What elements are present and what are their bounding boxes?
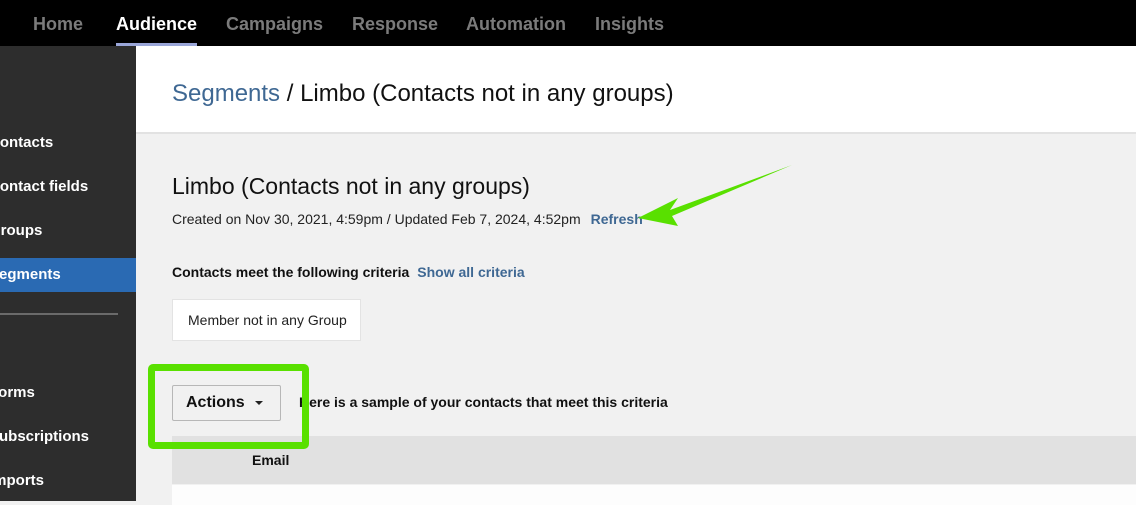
- sidebar-item-imports[interactable]: Imports: [0, 464, 136, 498]
- sidebar-item-segments[interactable]: Segments: [0, 258, 136, 292]
- sidebar-item-forms[interactable]: Forms: [0, 376, 136, 410]
- sidebar-item-label: Subscriptions: [0, 428, 90, 445]
- table-row[interactable]: [172, 485, 1136, 505]
- segment-title: Limbo (Contacts not in any groups): [172, 173, 530, 199]
- breadcrumb: Segments / Limbo (Contacts not in any gr…: [172, 80, 674, 108]
- tab-response[interactable]: Response: [352, 0, 438, 46]
- segment-meta: Created on Nov 30, 2021, 4:59pm / Update…: [172, 211, 643, 227]
- sidebar-item-label: Contacts: [0, 134, 54, 151]
- sample-description: Here is a sample of your contacts that m…: [299, 394, 668, 410]
- sidebar-item-contacts[interactable]: Contacts: [0, 126, 136, 160]
- sidebar-item-contact-fields[interactable]: Contact fields: [0, 170, 136, 204]
- arrow-annotation-icon: [638, 165, 792, 226]
- tab-home[interactable]: Home: [33, 0, 83, 46]
- sidebar-item-label: Contact fields: [0, 178, 89, 195]
- criteria-label: Contacts meet the following criteria: [172, 264, 410, 280]
- tab-audience[interactable]: Audience: [116, 0, 198, 46]
- breadcrumb-current: Limbo (Contacts not in any groups): [300, 80, 674, 107]
- criteria-chip: Member not in any Group: [172, 299, 361, 341]
- sidebar-item-subscriptions[interactable]: Subscriptions: [0, 420, 136, 454]
- segment-dates: Created on Nov 30, 2021, 4:59pm / Update…: [172, 211, 581, 227]
- tab-insights[interactable]: Insights: [595, 0, 664, 46]
- sidebar-item-groups[interactable]: Groups: [0, 214, 136, 248]
- sidebar-item-label: Forms: [0, 384, 35, 401]
- page-header: Segments / Limbo (Contacts not in any gr…: [136, 46, 1136, 134]
- sidebar-item-label: Imports: [0, 472, 45, 489]
- breadcrumb-segments-link[interactable]: Segments: [172, 80, 280, 107]
- show-all-criteria-link[interactable]: Show all criteria: [417, 264, 524, 280]
- column-email[interactable]: Email: [252, 452, 289, 468]
- sidebar: Contacts Contact fields Groups Segments …: [0, 46, 136, 501]
- breadcrumb-separator: /: [280, 80, 301, 107]
- sidebar-item-label: Segments: [0, 266, 61, 283]
- highlight-box-annotation: [148, 364, 309, 449]
- top-navigation: Home Audience Campaigns Response Automat…: [0, 0, 1136, 46]
- tab-automation[interactable]: Automation: [466, 0, 566, 46]
- criteria-heading: Contacts meet the following criteria Show…: [172, 264, 525, 280]
- table-header: Email: [172, 436, 1136, 484]
- tab-campaigns[interactable]: Campaigns: [226, 0, 323, 46]
- sidebar-item-label: Groups: [0, 222, 43, 239]
- sidebar-divider: [0, 313, 118, 315]
